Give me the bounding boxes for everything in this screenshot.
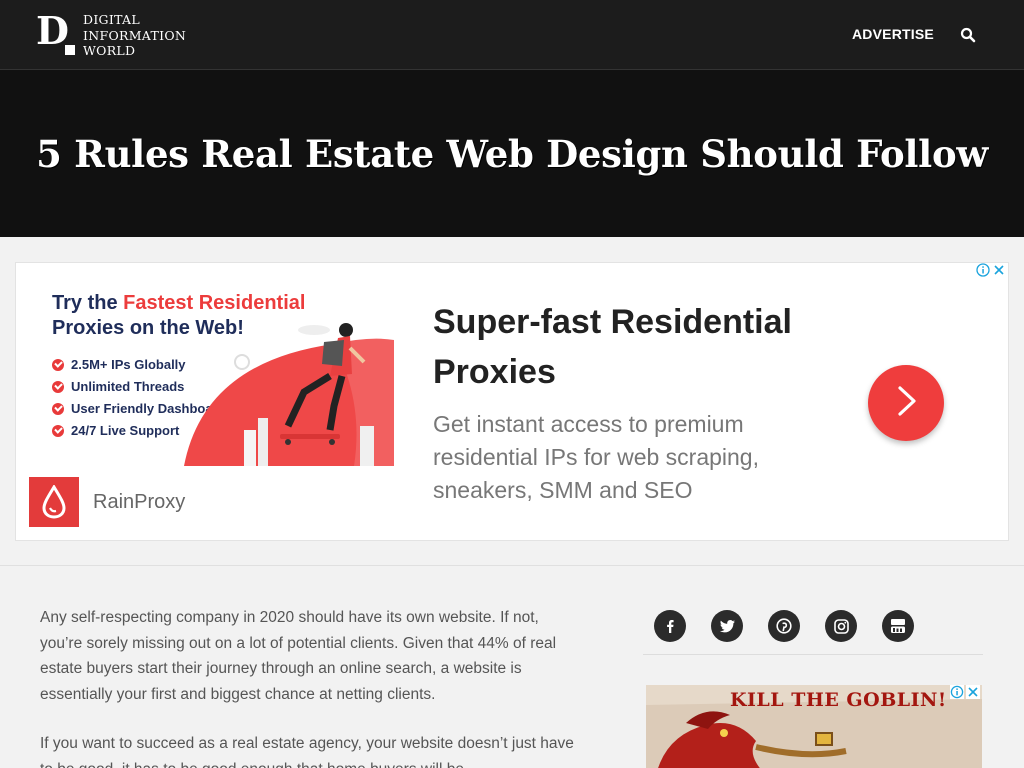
ad-choices[interactable] [950, 685, 980, 704]
ad-banner-heading-prefix: Try the [52, 292, 124, 314]
pinterest-icon[interactable] [768, 610, 800, 642]
logo-line-2: INFORMATION [83, 27, 187, 43]
ad-choices[interactable] [976, 263, 1006, 277]
logo-line-1: DIGITAL [83, 12, 140, 27]
instagram-icon[interactable] [825, 610, 857, 642]
section-divider [0, 565, 1024, 566]
youtube-icon[interactable] [882, 610, 914, 642]
ad-illustration [184, 323, 394, 466]
check-icon [52, 403, 64, 415]
ad-feature-label: Unlimited Threads [71, 379, 185, 394]
ad-banner-image[interactable]: Try the Fastest Residential Proxies on t… [32, 278, 394, 466]
sidebar-ad-title: KILL THE GOBLIN! [730, 689, 947, 711]
ad-info-icon[interactable] [976, 263, 990, 277]
logo-line-3: WORLD [83, 43, 136, 58]
title-banner: 5 Rules Real Estate Web Design Should Fo… [0, 70, 1024, 237]
check-icon [52, 381, 64, 393]
ad-feature-label: 24/7 Live Support [71, 423, 180, 438]
chevron-right-icon [892, 385, 920, 422]
nav-advertise-link[interactable]: ADVERTISE [852, 26, 934, 42]
ad-close-icon[interactable] [966, 685, 980, 704]
site-logo[interactable]: D DIGITAL INFORMATION WORLD [36, 12, 186, 59]
logo-wordmark: DIGITAL INFORMATION WORLD [83, 12, 186, 59]
facebook-icon[interactable] [654, 610, 686, 642]
article-paragraph: Any self-respecting company in 2020 shou… [40, 609, 557, 703]
check-icon [52, 359, 64, 371]
ad-brand-name: RainProxy [93, 490, 186, 513]
ad-banner-heading-highlight: Fastest Residential [123, 292, 306, 314]
top-navbar: D DIGITAL INFORMATION WORLD ADVERTISE [0, 0, 1024, 70]
ad-close-icon[interactable] [992, 263, 1006, 277]
page-title: 5 Rules Real Estate Web Design Should Fo… [36, 131, 988, 176]
ad-info-icon[interactable] [950, 685, 964, 704]
social-links [654, 610, 914, 642]
article-paragraph: If you want to succeed as a real estate … [40, 735, 574, 768]
search-icon[interactable] [960, 27, 976, 43]
twitter-icon[interactable] [711, 610, 743, 642]
ad-feature-label: 2.5M+ IPs Globally [71, 357, 186, 372]
rainproxy-logo-icon [29, 477, 79, 527]
check-icon [52, 425, 64, 437]
logo-square [65, 45, 75, 55]
ad-brand[interactable]: RainProxy [29, 477, 185, 527]
ad-headline[interactable]: Super-fast Residential Proxies [433, 297, 853, 397]
logo-letter: D [36, 8, 69, 53]
ad-next-button[interactable] [868, 365, 944, 441]
display-ad[interactable]: Try the Fastest Residential Proxies on t… [15, 262, 1009, 541]
ad-description: Get instant access to premium residentia… [433, 411, 759, 503]
sidebar-ad[interactable]: KILL THE GOBLIN! [646, 685, 982, 768]
sidebar-divider [643, 654, 983, 655]
article-body: Any self-respecting company in 2020 shou… [40, 605, 580, 768]
